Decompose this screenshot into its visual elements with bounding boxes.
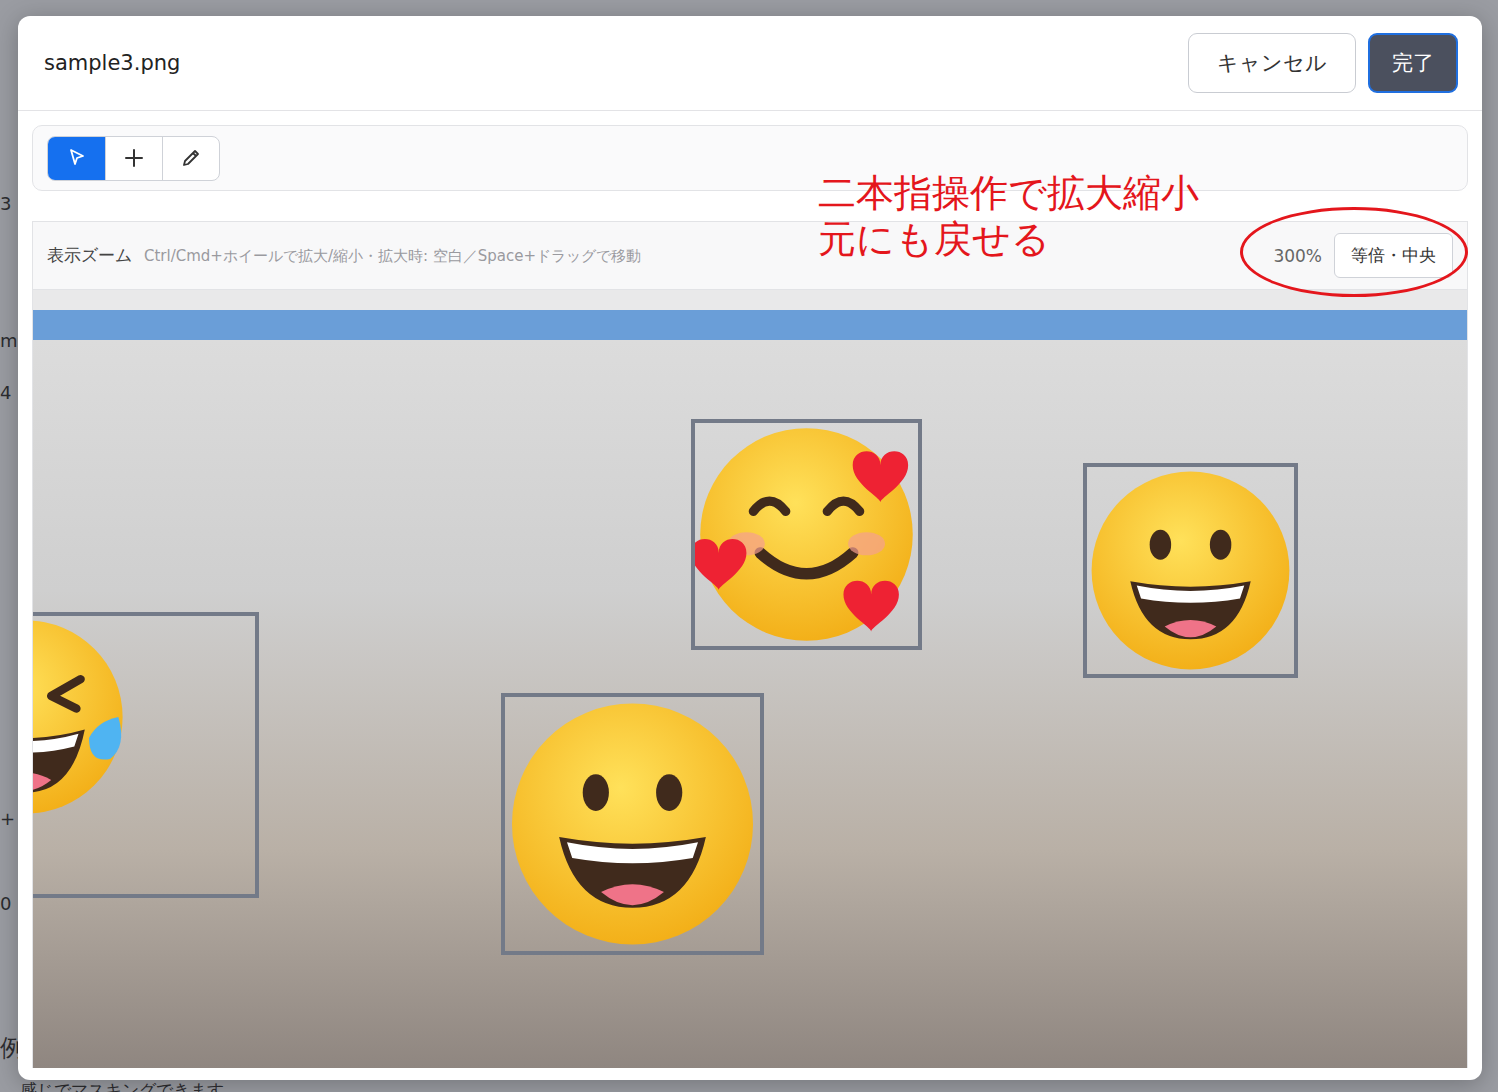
photo-canvas[interactable]	[33, 290, 1467, 1068]
plus-icon	[123, 147, 145, 169]
toolbar	[32, 125, 1468, 191]
emoji-mask-icon	[691, 419, 922, 650]
annotation-ellipse	[1240, 207, 1468, 297]
dialog-header: sample3.png キャンセル 完了	[18, 16, 1482, 111]
background-text: +	[0, 808, 15, 829]
button-label: 完了	[1392, 49, 1434, 77]
dialog-body: 表示ズーム Ctrl/Cmd+ホイールで拡大/縮小・拡大時: 空白／Space+ド…	[18, 111, 1482, 1080]
emoji-mask-icon	[501, 693, 764, 955]
done-button[interactable]: 完了	[1368, 33, 1458, 93]
zoom-bar: 表示ズーム Ctrl/Cmd+ホイールで拡大/縮小・拡大時: 空白／Space+ド…	[33, 222, 1467, 290]
dialog-title: sample3.png	[44, 51, 180, 75]
annotation-line: 元にも戻せる	[818, 216, 1199, 262]
tool-group	[47, 136, 220, 181]
edit-dialog: sample3.png キャンセル 完了表示ズーム Ctrl/Cmd+ホイールで拡大/…	[18, 16, 1482, 1080]
zoom-label: 表示ズーム	[47, 244, 132, 267]
zoom-panel: 表示ズーム Ctrl/Cmd+ホイールで拡大/縮小・拡大時: 空白／Space+ド…	[32, 221, 1468, 1068]
emoji-mask-icon	[1083, 463, 1298, 678]
mask-box[interactable]	[33, 612, 259, 898]
cancel-button[interactable]: キャンセル	[1188, 33, 1356, 93]
dialog-buttons: キャンセル 完了	[1188, 33, 1458, 93]
zoom-info: 表示ズーム Ctrl/Cmd+ホイールで拡大/縮小・拡大時: 空白／Space+ド…	[47, 244, 641, 267]
pencil-icon	[180, 147, 202, 169]
background-text: 感じでマスキングできます	[20, 1079, 224, 1092]
mask-box[interactable]	[501, 693, 764, 955]
mask-box[interactable]	[1083, 463, 1298, 678]
button-label: キャンセル	[1217, 49, 1327, 77]
annotation: 二本指操作で拡大縮小元にも戻せる	[818, 170, 1199, 262]
draw-tool-button[interactable]	[162, 137, 219, 180]
zoom-value: 300%	[1273, 246, 1322, 266]
add-tool-button[interactable]	[105, 137, 162, 180]
emoji-mask-icon	[33, 612, 131, 822]
annotation-line: 二本指操作で拡大縮小	[818, 170, 1199, 216]
mask-box[interactable]	[691, 419, 922, 650]
pointer-icon	[66, 147, 88, 169]
reset-zoom-button[interactable]: 等倍・中央	[1334, 233, 1453, 278]
zoom-controls: 300% 等倍・中央	[1273, 233, 1453, 278]
select-tool-button[interactable]	[48, 137, 105, 180]
zoom-hint: Ctrl/Cmd+ホイールで拡大/縮小・拡大時: 空白／Space+ドラッグで移…	[144, 247, 641, 266]
